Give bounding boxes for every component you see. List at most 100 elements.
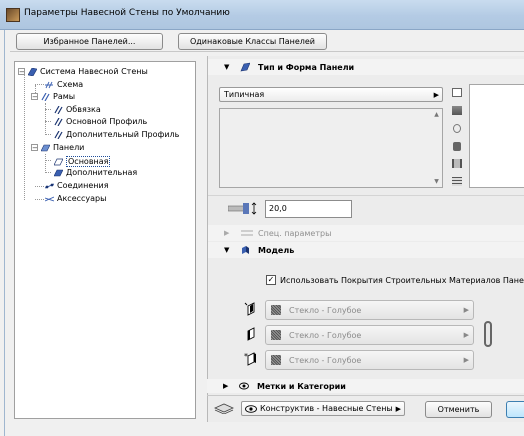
panel-preview: [469, 84, 524, 188]
collapse-arrow-icon[interactable]: ▼: [224, 246, 234, 254]
tree-item-label: Дополнительный Профиль: [66, 130, 180, 139]
labels-icon: [239, 382, 249, 390]
tree-item-panels[interactable]: − Панели: [31, 143, 84, 152]
cancel-button[interactable]: Отменить: [425, 401, 492, 418]
expand-arrow-icon[interactable]: ▶: [224, 229, 234, 237]
material-side-icon: [244, 327, 258, 341]
dropdown-arrow-icon: ▶: [463, 331, 469, 339]
same-classes-button[interactable]: Одинаковые Классы Панелей: [178, 33, 327, 50]
tree-item-boundary[interactable]: Обвязка: [54, 105, 101, 114]
tree-item-label: Дополнительная: [66, 168, 138, 177]
collapse-arrow-icon[interactable]: ▼: [224, 63, 234, 71]
ok-button[interactable]: [506, 401, 524, 418]
material-side-select[interactable]: Стекло - Голубое ▶: [265, 325, 474, 345]
tree-item-main-panel[interactable]: Основная: [53, 156, 111, 167]
curtain-wall-icon: [27, 67, 38, 76]
special-params-header[interactable]: ▶ Спец. параметры: [208, 225, 524, 241]
dropdown-arrow-icon: ▶: [395, 404, 401, 413]
tree-item-label: Обвязка: [66, 105, 101, 114]
junction-icon: [44, 182, 55, 190]
view-2d-icon[interactable]: [452, 88, 462, 97]
thickness-icon: [227, 202, 260, 215]
view-mode-strip: [451, 87, 463, 189]
tree-item-label: Система Навесной Стены: [40, 67, 148, 76]
frames-icon: [41, 92, 50, 101]
tree-item-label: Основной Профиль: [66, 117, 148, 126]
frame-icon: [54, 105, 63, 114]
material-back-select[interactable]: Стекло - Голубое ▶: [265, 350, 474, 370]
tree-item-main-profile[interactable]: Основной Профиль: [54, 117, 147, 126]
view-solid-icon[interactable]: [453, 142, 461, 151]
dropdown-arrow-icon: ▶: [463, 306, 469, 314]
type-section-header[interactable]: ▼ Тип и Форма Панели: [208, 59, 524, 75]
thickness-input[interactable]: 20,0: [265, 200, 352, 218]
layer-value: Конструктив - Навесные Стены: [260, 404, 393, 413]
frame-icon: [54, 117, 63, 126]
window-title: Параметры Навесной Стены по Умолчанию: [24, 8, 230, 18]
view-section-icon[interactable]: [452, 159, 462, 168]
collapse-toggle[interactable]: −: [31, 93, 38, 101]
view-list-icon[interactable]: [452, 177, 462, 186]
material-name: Стекло - Голубое: [289, 355, 362, 365]
frame-icon: [54, 130, 63, 139]
accessory-icon: [44, 195, 55, 203]
model-section-header[interactable]: ▼ Модель: [208, 242, 524, 258]
scroll-up-icon[interactable]: ▲: [432, 110, 441, 119]
tree-item-label: Аксессуары: [57, 194, 107, 203]
section-title: Модель: [258, 245, 295, 255]
panel-type-value: Типичная: [224, 90, 265, 99]
panel-shape-icon: [240, 62, 251, 72]
use-materials-checkbox[interactable]: ✓: [266, 275, 276, 285]
material-back-icon: *: [244, 352, 258, 366]
section-title: Тип и Форма Панели: [258, 62, 355, 72]
section-title: Метки и Категории: [257, 381, 346, 391]
app-icon: [6, 8, 20, 22]
tree-item-frames[interactable]: − Рамы: [31, 92, 75, 101]
tree-view[interactable]: − Система Навесной Стены Схема − Рамы Об…: [14, 61, 196, 419]
bottom-separator: [207, 395, 524, 396]
panel-icon: [53, 158, 64, 166]
favorites-button[interactable]: Избранное Панелей...: [16, 33, 163, 50]
dropdown-arrow-icon: ▶: [433, 90, 439, 99]
section-title: Спец. параметры: [258, 228, 332, 238]
material-front-icon: [244, 302, 258, 316]
use-materials-label: Использовать Покрытия Строительных Матер…: [280, 276, 524, 285]
labels-section-header[interactable]: ▶ Метки и Категории: [207, 379, 524, 393]
panel-icon: [53, 169, 64, 177]
material-front-select[interactable]: Стекло - Голубое ▶: [265, 300, 474, 320]
material-name: Стекло - Голубое: [289, 330, 362, 340]
layer-select[interactable]: Конструктив - Навесные Стены ▶: [241, 401, 405, 416]
tree-item-scheme[interactable]: Схема: [45, 80, 83, 89]
expand-arrow-icon[interactable]: ▶: [223, 382, 233, 390]
tree-item-label: Соединения: [57, 181, 109, 190]
scroll-down-icon[interactable]: ▼: [432, 177, 441, 186]
panels-icon: [40, 144, 51, 152]
collapse-toggle[interactable]: −: [31, 144, 38, 152]
view-front-icon[interactable]: [452, 106, 462, 115]
tree-item-label: Схема: [57, 80, 84, 89]
panel-type-list[interactable]: ▲ ▼: [219, 108, 443, 188]
scheme-icon: [45, 81, 54, 89]
link-materials-icon[interactable]: [484, 321, 492, 347]
dropdown-arrow-icon: ▶: [463, 356, 469, 364]
view-3d-icon[interactable]: [453, 124, 461, 133]
tree-item-system[interactable]: − Система Навесной Стены: [18, 67, 148, 76]
model-icon: [240, 245, 250, 255]
thickness-separator: [208, 195, 524, 196]
layer-icon: [214, 403, 234, 415]
svg-text:*: *: [244, 352, 248, 361]
eye-icon: [245, 404, 257, 413]
tree-item-extra-panel[interactable]: Дополнительная: [53, 168, 138, 177]
material-swatch: [271, 305, 281, 315]
material-swatch: [271, 330, 281, 340]
collapse-toggle[interactable]: −: [18, 68, 25, 76]
material-swatch: [271, 355, 281, 365]
tree-item-accessories[interactable]: Аксессуары: [44, 194, 107, 203]
tree-item-label: Рамы: [53, 92, 76, 101]
panel-type-select[interactable]: Типичная ▶: [219, 87, 443, 102]
tree-item-label: Панели: [53, 143, 85, 152]
tree-item-extra-profile[interactable]: Дополнительный Профиль: [54, 130, 179, 139]
tree-item-label: Основная: [66, 156, 111, 167]
tree-item-junctions[interactable]: Соединения: [44, 181, 109, 190]
material-name: Стекло - Голубое: [289, 305, 362, 315]
